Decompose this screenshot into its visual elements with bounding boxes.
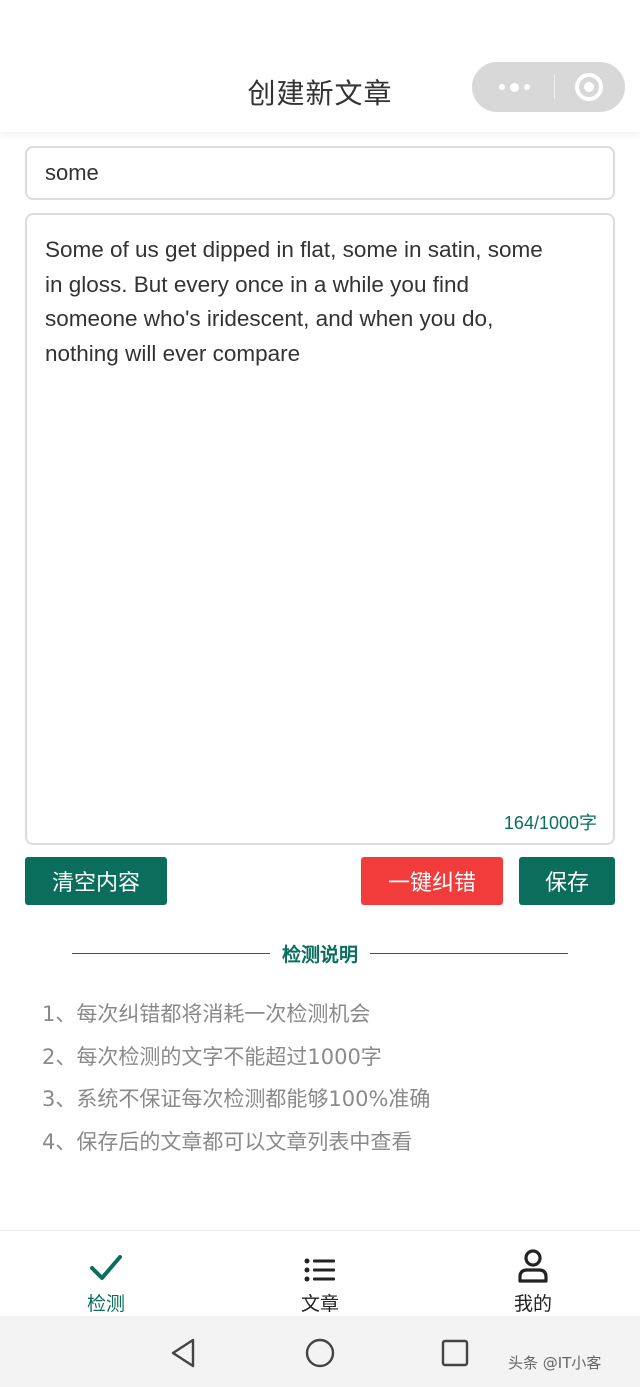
instructions-title: 检测说明 [282,943,359,966]
recent-apps-icon[interactable] [438,1336,472,1370]
tab-mine[interactable]: 我的 [473,1231,593,1317]
tab-articles[interactable]: 文章 [260,1231,380,1317]
more-icon[interactable] [494,82,534,92]
check-icon [89,1239,123,1283]
tab-label: 文章 [300,1293,339,1315]
watermark: 头条 @IT小客 [508,1354,602,1372]
tab-bar: 检测 文章 我的 [0,1230,640,1316]
divider-line [72,952,270,954]
instructions-list: 1、每次纠错都将消耗一次检测机会 2、每次检测的文字不能超过1000字 3、系统… [42,998,430,1169]
tab-label: 我的 [513,1293,552,1315]
instruction-item: 1、每次纠错都将消耗一次检测机会 [42,1002,371,1026]
close-miniprogram-icon[interactable] [575,73,603,101]
instructions-heading: 检测说明 [72,940,569,966]
page: 创建新文章 some Some of us get dipped in flat… [0,0,640,1387]
instruction-item: 4、保存后的文章都可以文章列表中查看 [42,1130,413,1155]
back-icon[interactable] [166,1336,200,1370]
instruction-item: 3、系统不保证每次检测都能够100%准确 [42,1087,431,1112]
miniprogram-capsule [472,62,625,112]
nav-header: 创建新文章 [0,0,640,132]
clear-content-button[interactable]: 清空内容 [25,857,167,905]
content-text: Some of us get dipped in flat, some in s… [45,237,543,366]
user-icon [517,1239,549,1283]
char-counter: 164/1000字 [503,813,597,833]
tab-check[interactable]: 检测 [46,1231,166,1317]
divider-line [370,952,569,954]
save-button[interactable]: 保存 [519,857,615,905]
capsule-divider [554,75,555,99]
title-input[interactable]: some [25,146,615,200]
content-textarea[interactable]: Some of us get dipped in flat, some in s… [25,213,615,845]
list-icon [304,1239,336,1283]
home-icon[interactable] [303,1336,337,1370]
instruction-item: 2、每次检测的文字不能超过1000字 [42,1044,382,1069]
tab-label: 检测 [86,1293,125,1315]
auto-correct-button[interactable]: 一键纠错 [361,857,503,905]
